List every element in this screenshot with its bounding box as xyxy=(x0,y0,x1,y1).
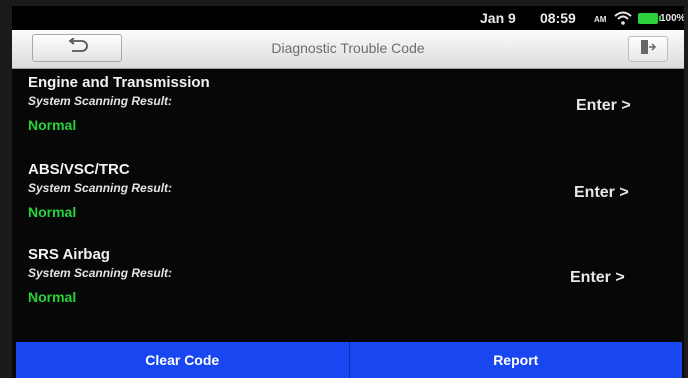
system-result-label: System Scanning Result: xyxy=(28,181,173,195)
battery-percent: 100% xyxy=(660,13,684,24)
system-name: Engine and Transmission xyxy=(28,74,210,91)
system-result-label: System Scanning Result: xyxy=(28,266,173,280)
page-title: Diagnostic Trouble Code xyxy=(271,40,425,56)
exit-button[interactable] xyxy=(628,36,668,62)
bottom-action-bar: Clear Code Report xyxy=(16,342,682,378)
title-bar: Diagnostic Trouble Code xyxy=(12,30,684,69)
status-time: 08:59 xyxy=(540,10,576,26)
enter-button[interactable]: Enter > xyxy=(574,184,629,202)
system-name: ABS/VSC/TRC xyxy=(28,161,130,178)
device-screen: Jan 9 08:59 AM 100% Diagnostic Trouble C… xyxy=(12,6,684,378)
report-button[interactable]: Report xyxy=(350,342,683,378)
status-date: Jan 9 xyxy=(480,10,516,26)
system-name: SRS Airbag xyxy=(28,246,110,263)
system-status: Normal xyxy=(28,204,77,220)
enter-button[interactable]: Enter > xyxy=(570,269,625,287)
status-bar: Jan 9 08:59 AM 100% xyxy=(12,6,684,30)
status-ampm: AM xyxy=(594,15,607,24)
enter-button[interactable]: Enter > xyxy=(576,97,631,115)
system-status: Normal xyxy=(28,289,77,305)
clear-code-button[interactable]: Clear Code xyxy=(16,342,349,378)
battery-icon xyxy=(638,13,661,24)
system-item-engine[interactable]: Engine and Transmission System Scanning … xyxy=(12,74,684,158)
system-item-abs[interactable]: ABS/VSC/TRC System Scanning Result: Norm… xyxy=(12,161,684,245)
system-item-srs[interactable]: SRS Airbag System Scanning Result: Norma… xyxy=(12,246,684,330)
exit-door-icon xyxy=(639,39,657,60)
back-arrow-icon xyxy=(66,36,88,59)
system-status: Normal xyxy=(28,117,77,133)
system-result-label: System Scanning Result: xyxy=(28,94,173,108)
back-button[interactable] xyxy=(32,34,122,62)
wifi-icon xyxy=(614,11,632,30)
